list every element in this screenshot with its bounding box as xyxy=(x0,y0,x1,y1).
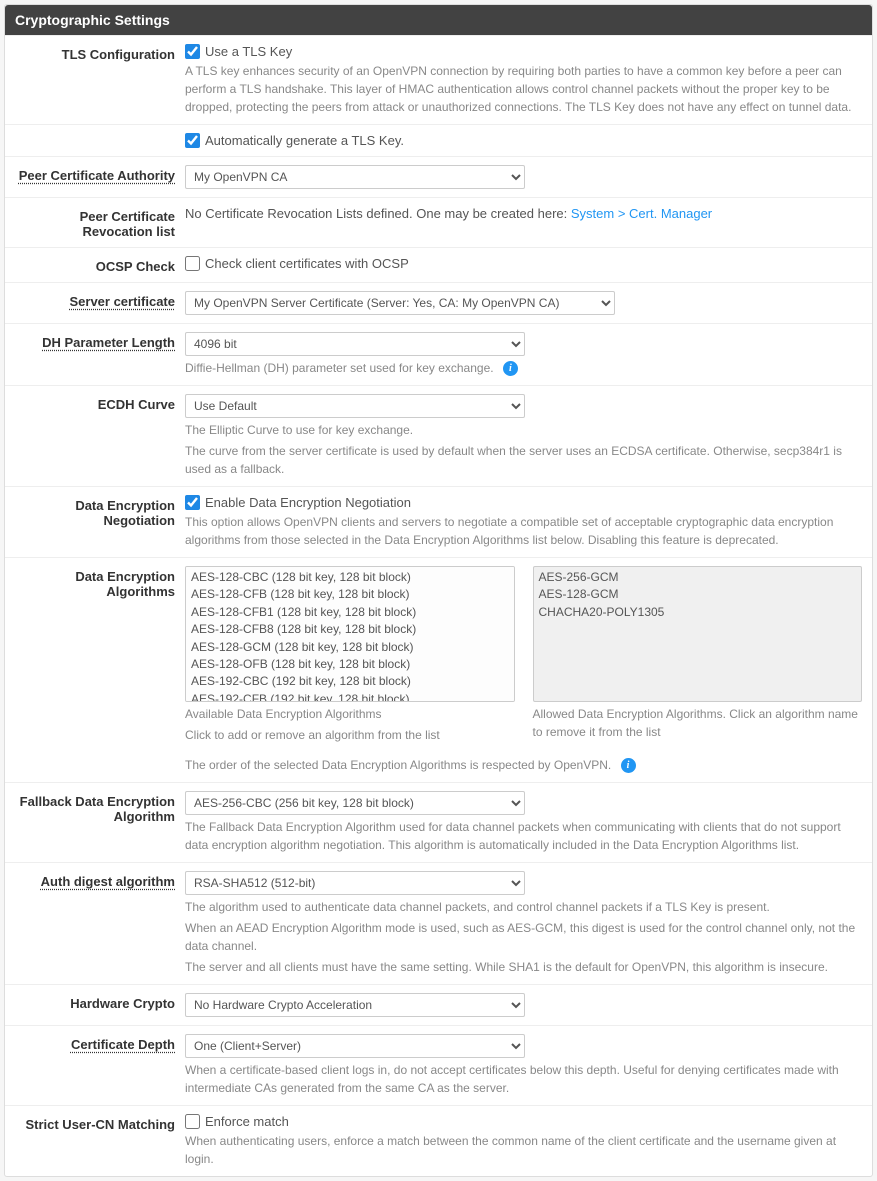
avail-help2: Click to add or remove an algorithm from… xyxy=(185,726,515,744)
available-algo-item[interactable]: AES-128-OFB (128 bit key, 128 bit block) xyxy=(191,656,509,673)
fallback-select[interactable]: AES-256-CBC (256 bit key, 128 bit block) xyxy=(185,791,525,815)
selected-algo-item[interactable]: AES-128-GCM xyxy=(539,586,857,603)
label-server-cert: Server certificate xyxy=(15,291,175,315)
row-tls-autogen: Automatically generate a TLS Key. xyxy=(5,124,872,156)
row-hw-crypto: Hardware Crypto No Hardware Crypto Accel… xyxy=(5,984,872,1025)
autogen-tls-label: Automatically generate a TLS Key. xyxy=(205,133,404,148)
available-algo-item[interactable]: AES-192-CBC (192 bit key, 128 bit block) xyxy=(191,673,509,690)
label-peer-crl: Peer Certificate Revocation list xyxy=(15,206,175,239)
available-algorithms-list[interactable]: AES-128-CBC (128 bit key, 128 bit block)… xyxy=(185,566,515,702)
order-help: The order of the selected Data Encryptio… xyxy=(185,758,611,772)
ocsp-checkbox-label: Check client certificates with OCSP xyxy=(205,256,409,271)
server-cert-select[interactable]: My OpenVPN Server Certificate (Server: Y… xyxy=(185,291,615,315)
fallback-help: The Fallback Data Encryption Algorithm u… xyxy=(185,818,862,854)
selected-algo-item[interactable]: CHACHA20-POLY1305 xyxy=(539,604,857,621)
label-fallback: Fallback Data Encryption Algorithm xyxy=(15,791,175,854)
auth-digest-select[interactable]: RSA-SHA512 (512-bit) xyxy=(185,871,525,895)
label-tls: TLS Configuration xyxy=(15,44,175,116)
avail-help1: Available Data Encryption Algorithms xyxy=(185,705,515,723)
label-ocsp: OCSP Check xyxy=(15,256,175,274)
strict-cn-checkbox-label: Enforce match xyxy=(205,1114,289,1129)
use-tls-checkbox[interactable] xyxy=(185,44,200,59)
row-dh: DH Parameter Length 4096 bit Diffie-Hell… xyxy=(5,323,872,385)
ocsp-checkbox[interactable] xyxy=(185,256,200,271)
sel-help: Allowed Data Encryption Algorithms. Clic… xyxy=(533,705,863,741)
dh-select[interactable]: 4096 bit xyxy=(185,332,525,356)
row-negotiation: Data Encryption Negotiation Enable Data … xyxy=(5,486,872,557)
negotiation-help: This option allows OpenVPN clients and s… xyxy=(185,513,862,549)
ecdh-help1: The Elliptic Curve to use for key exchan… xyxy=(185,421,862,439)
row-server-cert: Server certificate My OpenVPN Server Cer… xyxy=(5,282,872,323)
cert-depth-select[interactable]: One (Client+Server) xyxy=(185,1034,525,1058)
row-tls-config: TLS Configuration Use a TLS Key A TLS ke… xyxy=(5,35,872,124)
label-dh: DH Parameter Length xyxy=(15,332,175,377)
use-tls-label: Use a TLS Key xyxy=(205,44,292,59)
row-cert-depth: Certificate Depth One (Client+Server) Wh… xyxy=(5,1025,872,1105)
available-algo-item[interactable]: AES-128-CFB (128 bit key, 128 bit block) xyxy=(191,586,509,603)
hw-crypto-select[interactable]: No Hardware Crypto Acceleration xyxy=(185,993,525,1017)
peer-ca-select[interactable]: My OpenVPN CA xyxy=(185,165,525,189)
label-ecdh: ECDH Curve xyxy=(15,394,175,478)
available-algo-item[interactable]: AES-128-CFB1 (128 bit key, 128 bit block… xyxy=(191,604,509,621)
selected-algo-item[interactable]: AES-256-GCM xyxy=(539,569,857,586)
negotiation-checkbox-label: Enable Data Encryption Negotiation xyxy=(205,495,411,510)
row-peer-ca: Peer Certificate Authority My OpenVPN CA xyxy=(5,156,872,197)
row-strict-cn: Strict User-CN Matching Enforce match Wh… xyxy=(5,1105,872,1176)
auth-help3: The server and all clients must have the… xyxy=(185,958,862,976)
label-strict-cn: Strict User-CN Matching xyxy=(15,1114,175,1168)
row-ocsp: OCSP Check Check client certificates wit… xyxy=(5,247,872,282)
tls-help: A TLS key enhances security of an OpenVP… xyxy=(185,62,862,116)
label-cert-depth: Certificate Depth xyxy=(15,1034,175,1097)
strict-cn-checkbox[interactable] xyxy=(185,1114,200,1129)
label-auth-digest: Auth digest algorithm xyxy=(15,871,175,976)
available-algo-item[interactable]: AES-128-GCM (128 bit key, 128 bit block) xyxy=(191,639,509,656)
dh-help: Diffie-Hellman (DH) parameter set used f… xyxy=(185,361,494,375)
ecdh-help2: The curve from the server certificate is… xyxy=(185,442,862,478)
row-auth-digest: Auth digest algorithm RSA-SHA512 (512-bi… xyxy=(5,862,872,984)
row-ecdh: ECDH Curve Use Default The Elliptic Curv… xyxy=(5,385,872,486)
selected-algorithms-list[interactable]: AES-256-GCMAES-128-GCMCHACHA20-POLY1305 xyxy=(533,566,863,702)
ecdh-select[interactable]: Use Default xyxy=(185,394,525,418)
row-peer-crl: Peer Certificate Revocation list No Cert… xyxy=(5,197,872,247)
available-algo-item[interactable]: AES-128-CFB8 (128 bit key, 128 bit block… xyxy=(191,621,509,638)
available-algo-item[interactable]: AES-128-CBC (128 bit key, 128 bit block) xyxy=(191,569,509,586)
autogen-tls-checkbox[interactable] xyxy=(185,133,200,148)
available-algo-item[interactable]: AES-192-CFB (192 bit key, 128 bit block) xyxy=(191,691,509,702)
label-peer-ca: Peer Certificate Authority xyxy=(15,165,175,189)
strict-cn-help: When authenticating users, enforce a mat… xyxy=(185,1132,862,1168)
label-hw-crypto: Hardware Crypto xyxy=(15,993,175,1017)
info-icon[interactable]: i xyxy=(621,758,636,773)
row-algorithms: Data Encryption Algorithms AES-128-CBC (… xyxy=(5,557,872,782)
row-fallback: Fallback Data Encryption Algorithm AES-2… xyxy=(5,782,872,862)
label-algorithms: Data Encryption Algorithms xyxy=(15,566,175,774)
crypto-settings-panel: Cryptographic Settings TLS Configuration… xyxy=(4,4,873,1177)
info-icon[interactable]: i xyxy=(503,361,518,376)
label-negotiation: Data Encryption Negotiation xyxy=(15,495,175,549)
cert-depth-help: When a certificate-based client logs in,… xyxy=(185,1061,862,1097)
auth-help1: The algorithm used to authenticate data … xyxy=(185,898,862,916)
panel-title: Cryptographic Settings xyxy=(5,5,872,35)
auth-help2: When an AEAD Encryption Algorithm mode i… xyxy=(185,919,862,955)
crl-text: No Certificate Revocation Lists defined.… xyxy=(185,206,571,221)
cert-manager-link[interactable]: System > Cert. Manager xyxy=(571,206,712,221)
negotiation-checkbox[interactable] xyxy=(185,495,200,510)
